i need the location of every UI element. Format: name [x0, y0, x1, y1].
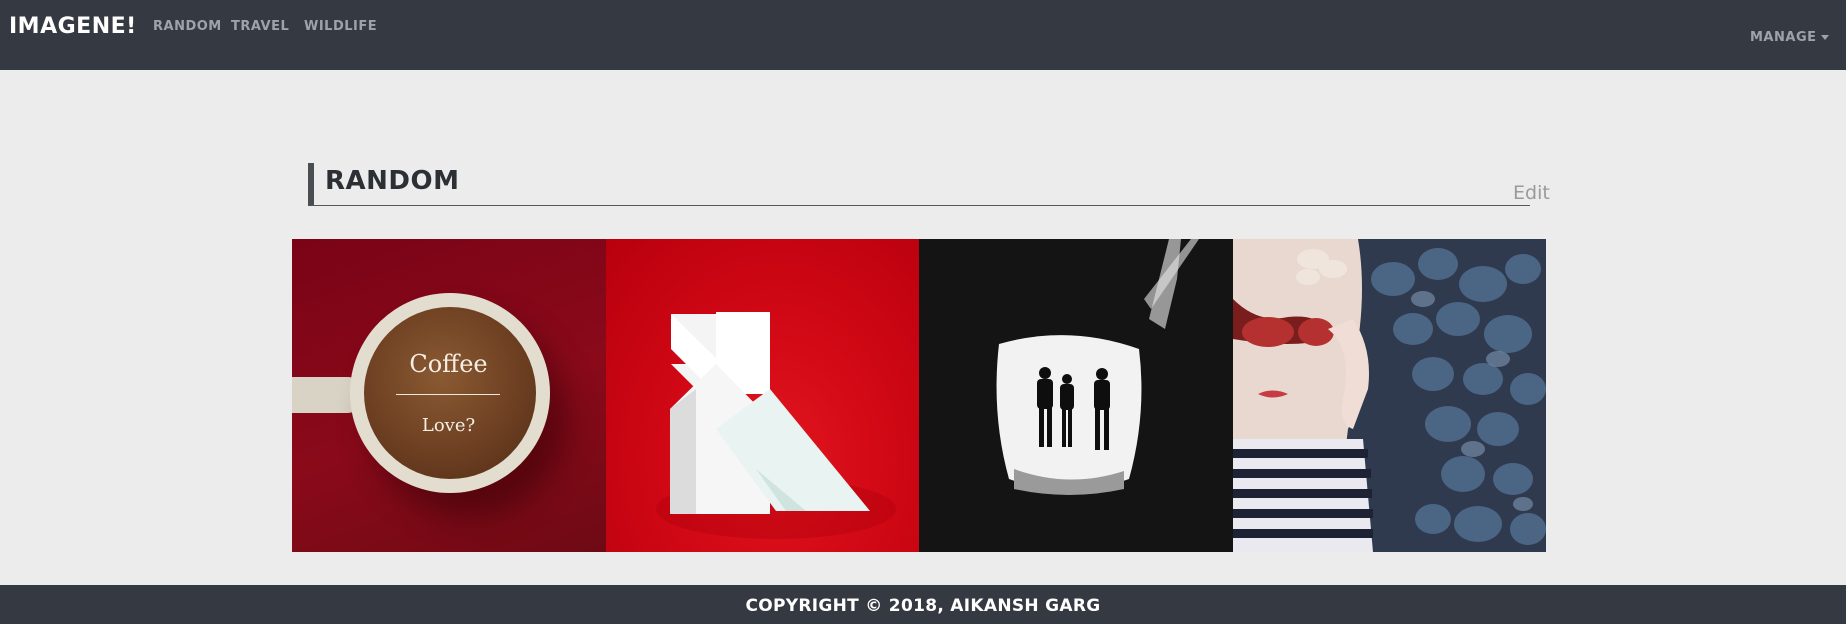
gallery-image-origami[interactable] [605, 239, 919, 552]
section-header: RANDOM [308, 163, 1530, 206]
brand-logo[interactable]: IMAGENE! [9, 14, 137, 40]
coffee-caption-line2: Love? [421, 415, 476, 436]
top-navbar: IMAGENE! RANDOM TRAVEL WILDLIFE MANAGE [0, 0, 1846, 70]
section-title: RANDOM [325, 166, 460, 196]
image-gallery: Coffee Love? [292, 239, 1546, 552]
manage-dropdown[interactable]: MANAGE [1750, 29, 1829, 47]
nav-link-travel[interactable]: TRAVEL [231, 18, 289, 36]
tunnel-silhouette-illustration [996, 239, 1199, 495]
gallery-image-tunnel[interactable] [919, 239, 1233, 552]
origami-bird-illustration [655, 312, 896, 539]
gallery-image-portrait[interactable] [1232, 239, 1546, 552]
edit-link[interactable]: Edit [1513, 181, 1550, 205]
coffee-caption-line1: Coffee [409, 350, 488, 378]
coffee-surface-shape [364, 307, 536, 479]
nav-link-random[interactable]: RANDOM [153, 18, 222, 36]
nav-link-wildlife[interactable]: WILDLIFE [304, 18, 377, 36]
gallery-image-coffee[interactable]: Coffee Love? [292, 239, 606, 552]
copyright-text: COPYRIGHT © 2018, AIKANSH GARG [745, 596, 1101, 616]
footer: COPYRIGHT © 2018, AIKANSH GARG [0, 585, 1846, 624]
caption-divider [396, 394, 500, 395]
portrait-on-stones-illustration [1232, 239, 1546, 552]
manage-label: MANAGE [1750, 30, 1817, 45]
caret-down-icon [1820, 35, 1829, 40]
